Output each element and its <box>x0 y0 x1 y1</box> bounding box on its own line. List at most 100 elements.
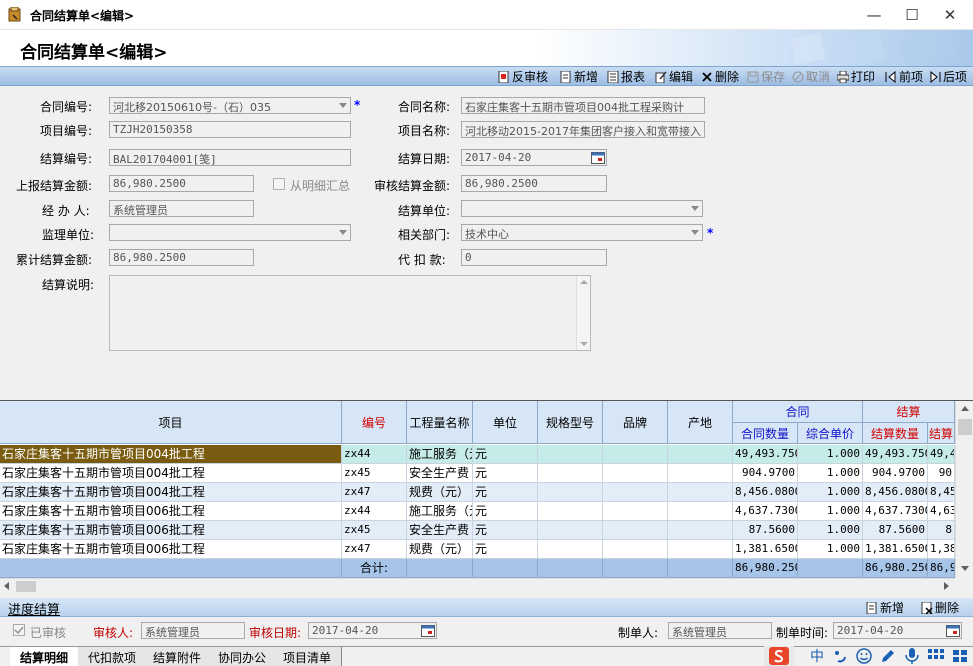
edit-button[interactable]: 编辑 <box>655 68 693 85</box>
cell-unit-price[interactable]: 1.000 <box>798 445 863 464</box>
cell-brand[interactable] <box>603 502 668 521</box>
cell-settle-qty[interactable]: 8,456.0800 <box>863 483 928 502</box>
next-button[interactable]: 后项 <box>929 68 967 85</box>
handwriting-icon[interactable] <box>878 646 898 666</box>
punctuation-icon[interactable] <box>830 646 850 666</box>
cell-origin[interactable] <box>668 464 733 483</box>
cancel-button[interactable]: 取消 <box>792 68 830 85</box>
cell-contract-qty[interactable]: 8,456.0800 <box>733 483 798 502</box>
col-header-name[interactable]: 工程量名称 <box>407 401 473 444</box>
tab-attachments[interactable]: 结算附件 <box>143 647 213 666</box>
cell-spec[interactable] <box>538 445 603 464</box>
settle-no-field[interactable]: BAL201704001[笺] <box>109 149 351 166</box>
cell-unit-price[interactable]: 1.000 <box>798 502 863 521</box>
tab-collaboration[interactable]: 协同办公 <box>208 647 278 666</box>
table-row[interactable]: 石家庄集客十五期市管项目006批工程zx44施工服务（元）元 4,637.7300… <box>0 502 955 521</box>
audit-amount-field[interactable]: 86,980.2500 <box>461 175 607 192</box>
scroll-thumb[interactable] <box>16 581 36 592</box>
cell-brand[interactable] <box>603 540 668 559</box>
ime-settings-icon[interactable] <box>950 646 970 666</box>
supervisor-select[interactable] <box>109 224 351 241</box>
contract-name-field[interactable]: 石家庄集客十五期市管项目004批工程采购计 <box>461 97 705 114</box>
col-header-code[interactable]: 编号 <box>342 401 407 444</box>
cell-unit[interactable]: 元 <box>473 502 538 521</box>
progress-title[interactable]: 进度结算 <box>8 599 60 618</box>
col-header-brand[interactable]: 品牌 <box>603 401 668 444</box>
cell-spec[interactable] <box>538 521 603 540</box>
settle-date-field[interactable]: 2017-04-20 <box>461 149 607 166</box>
cell-code[interactable]: zx44 <box>342 445 407 464</box>
note-textarea[interactable] <box>109 275 591 351</box>
cell-unit[interactable]: 元 <box>473 464 538 483</box>
project-name-field[interactable]: 河北移动2015-2017年集团客户接入和宽带接入 <box>461 121 705 138</box>
delete-button[interactable]: 删除 <box>701 68 739 85</box>
cell-origin[interactable] <box>668 521 733 540</box>
cell-name[interactable]: 安全生产费 <box>407 521 473 540</box>
cell-settle-qty[interactable]: 87.5600 <box>863 521 928 540</box>
tab-project-list[interactable]: 项目清单 <box>273 647 343 666</box>
voice-icon[interactable] <box>902 646 922 666</box>
cell-unit-price[interactable]: 1.000 <box>798 483 863 502</box>
cell-origin[interactable] <box>668 445 733 464</box>
cell-spec[interactable] <box>538 464 603 483</box>
cell-name[interactable]: 规费（元） <box>407 540 473 559</box>
col-header-unit-price[interactable]: 综合单价 <box>798 423 863 444</box>
tab-settle-detail[interactable]: 结算明细 <box>10 647 80 666</box>
creator-field[interactable]: 系统管理员 <box>668 622 772 639</box>
emoji-icon[interactable] <box>854 646 874 666</box>
cell-origin[interactable] <box>668 540 733 559</box>
cell-spec[interactable] <box>538 540 603 559</box>
from-detail-checkbox[interactable] <box>273 178 285 190</box>
cell-unit[interactable]: 元 <box>473 483 538 502</box>
scroll-up-icon[interactable] <box>961 406 969 411</box>
keyboard-icon[interactable] <box>926 646 946 666</box>
cell-code[interactable]: zx47 <box>342 540 407 559</box>
cell-brand[interactable] <box>603 521 668 540</box>
new-button[interactable]: 新增 <box>560 68 598 85</box>
cell-origin[interactable] <box>668 502 733 521</box>
deduct-field[interactable]: 0 <box>461 249 607 266</box>
cell-unit-price[interactable]: 1.000 <box>798 540 863 559</box>
cell-contract-qty[interactable]: 87.5600 <box>733 521 798 540</box>
col-header-settle-qty[interactable]: 结算数量 <box>863 423 928 444</box>
table-row[interactable]: 石家庄集客十五期市管项目004批工程 zx47 规费（元）元 8,456.0800 1.… <box>0 483 955 502</box>
ime-mode-indicator[interactable]: 中 <box>806 646 828 666</box>
tab-deductions[interactable]: 代扣款项 <box>78 647 148 666</box>
cell-settle-qty[interactable]: 904.9700 <box>863 464 928 483</box>
project-no-field[interactable]: TZJH20150358 <box>109 121 351 138</box>
progress-new-button[interactable]: 新增 <box>866 599 904 616</box>
col-header-settle-extra[interactable]: 结算 <box>928 423 955 444</box>
cell-contract-qty[interactable]: 49,493.7500 <box>733 445 798 464</box>
cell-item[interactable]: 石家庄集客十五期市管项目006批工程 <box>0 502 342 521</box>
save-button[interactable]: 保存 <box>747 68 785 85</box>
cell-item[interactable]: 石家庄集客十五期市管项目004批工程 <box>0 464 342 483</box>
table-row[interactable]: 石家庄集客十五期市管项目006批工程 zx47 规费（元）元 1,381.6500 1.… <box>0 540 955 559</box>
cell-code[interactable]: zx45 <box>342 521 407 540</box>
cell-item[interactable]: 石家庄集客十五期市管项目006批工程 <box>0 540 342 559</box>
cell-name[interactable]: 施工服务（元） <box>407 502 473 521</box>
prev-button[interactable]: 前项 <box>885 68 923 85</box>
settle-unit-select[interactable] <box>461 200 703 217</box>
cell-settle-extra[interactable]: 4,63 <box>928 502 955 521</box>
col-header-spec[interactable]: 规格型号 <box>538 401 603 444</box>
table-row[interactable]: 石家庄集客十五期市管项目004批工程zx44施工服务（元）元 49,493.750… <box>0 445 955 464</box>
cell-unit[interactable]: 元 <box>473 540 538 559</box>
cell-code[interactable]: zx47 <box>342 483 407 502</box>
cell-name[interactable]: 施工服务（元） <box>407 445 473 464</box>
scroll-left-icon[interactable] <box>4 582 9 590</box>
handler-field[interactable]: 系统管理员 <box>109 200 254 217</box>
cell-settle-qty[interactable]: 1,381.6500 <box>863 540 928 559</box>
dept-select[interactable]: 技术中心 <box>461 224 703 241</box>
cell-unit[interactable]: 元 <box>473 521 538 540</box>
contract-no-select[interactable]: 河北移20150610号-（石）035 <box>109 97 351 114</box>
cumulative-field[interactable]: 86,980.2500 <box>109 249 254 266</box>
col-header-unit[interactable]: 单位 <box>473 401 538 444</box>
scroll-up-icon[interactable] <box>580 280 588 284</box>
grid-horizontal-scrollbar[interactable] <box>0 578 955 592</box>
scroll-down-icon[interactable] <box>580 342 588 346</box>
audit-date-field[interactable]: 2017-04-20 <box>308 622 437 639</box>
cell-item[interactable]: 石家庄集客十五期市管项目004批工程 <box>0 483 342 502</box>
cell-settle-extra[interactable]: 8,45 <box>928 483 955 502</box>
cell-spec[interactable] <box>538 502 603 521</box>
audited-checkbox[interactable] <box>13 624 25 636</box>
